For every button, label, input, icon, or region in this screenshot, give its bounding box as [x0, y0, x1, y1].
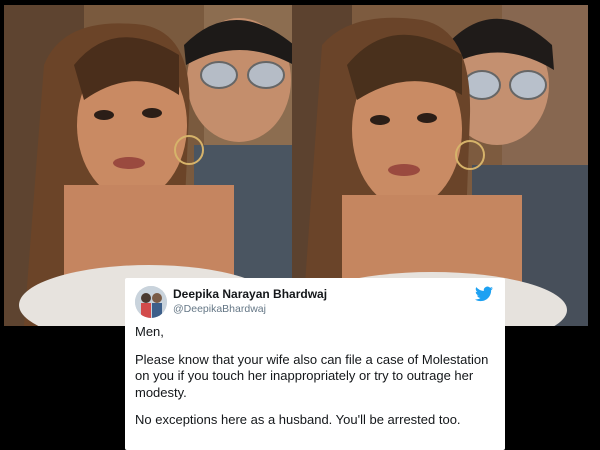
- author-name[interactable]: Deepika Narayan Bhardwaj: [173, 287, 327, 301]
- author-handle[interactable]: @DeepikaBhardwaj: [173, 303, 266, 315]
- tweet-text: Men, Please know that your wife also can…: [135, 324, 495, 429]
- twitter-bird-icon[interactable]: [475, 286, 493, 302]
- tweet-paragraph: Please know that your wife also can file…: [135, 351, 489, 400]
- tweet-card[interactable]: Deepika Narayan Bhardwaj @DeepikaBhardwa…: [125, 278, 505, 450]
- tweet-paragraph: Men,: [135, 324, 164, 339]
- tweet-header: Deepika Narayan Bhardwaj @DeepikaBhardwa…: [135, 286, 495, 320]
- avatar[interactable]: [135, 286, 167, 318]
- tweet-paragraph: No exceptions here as a husband. You'll …: [135, 412, 461, 427]
- avatar-image: [135, 286, 167, 318]
